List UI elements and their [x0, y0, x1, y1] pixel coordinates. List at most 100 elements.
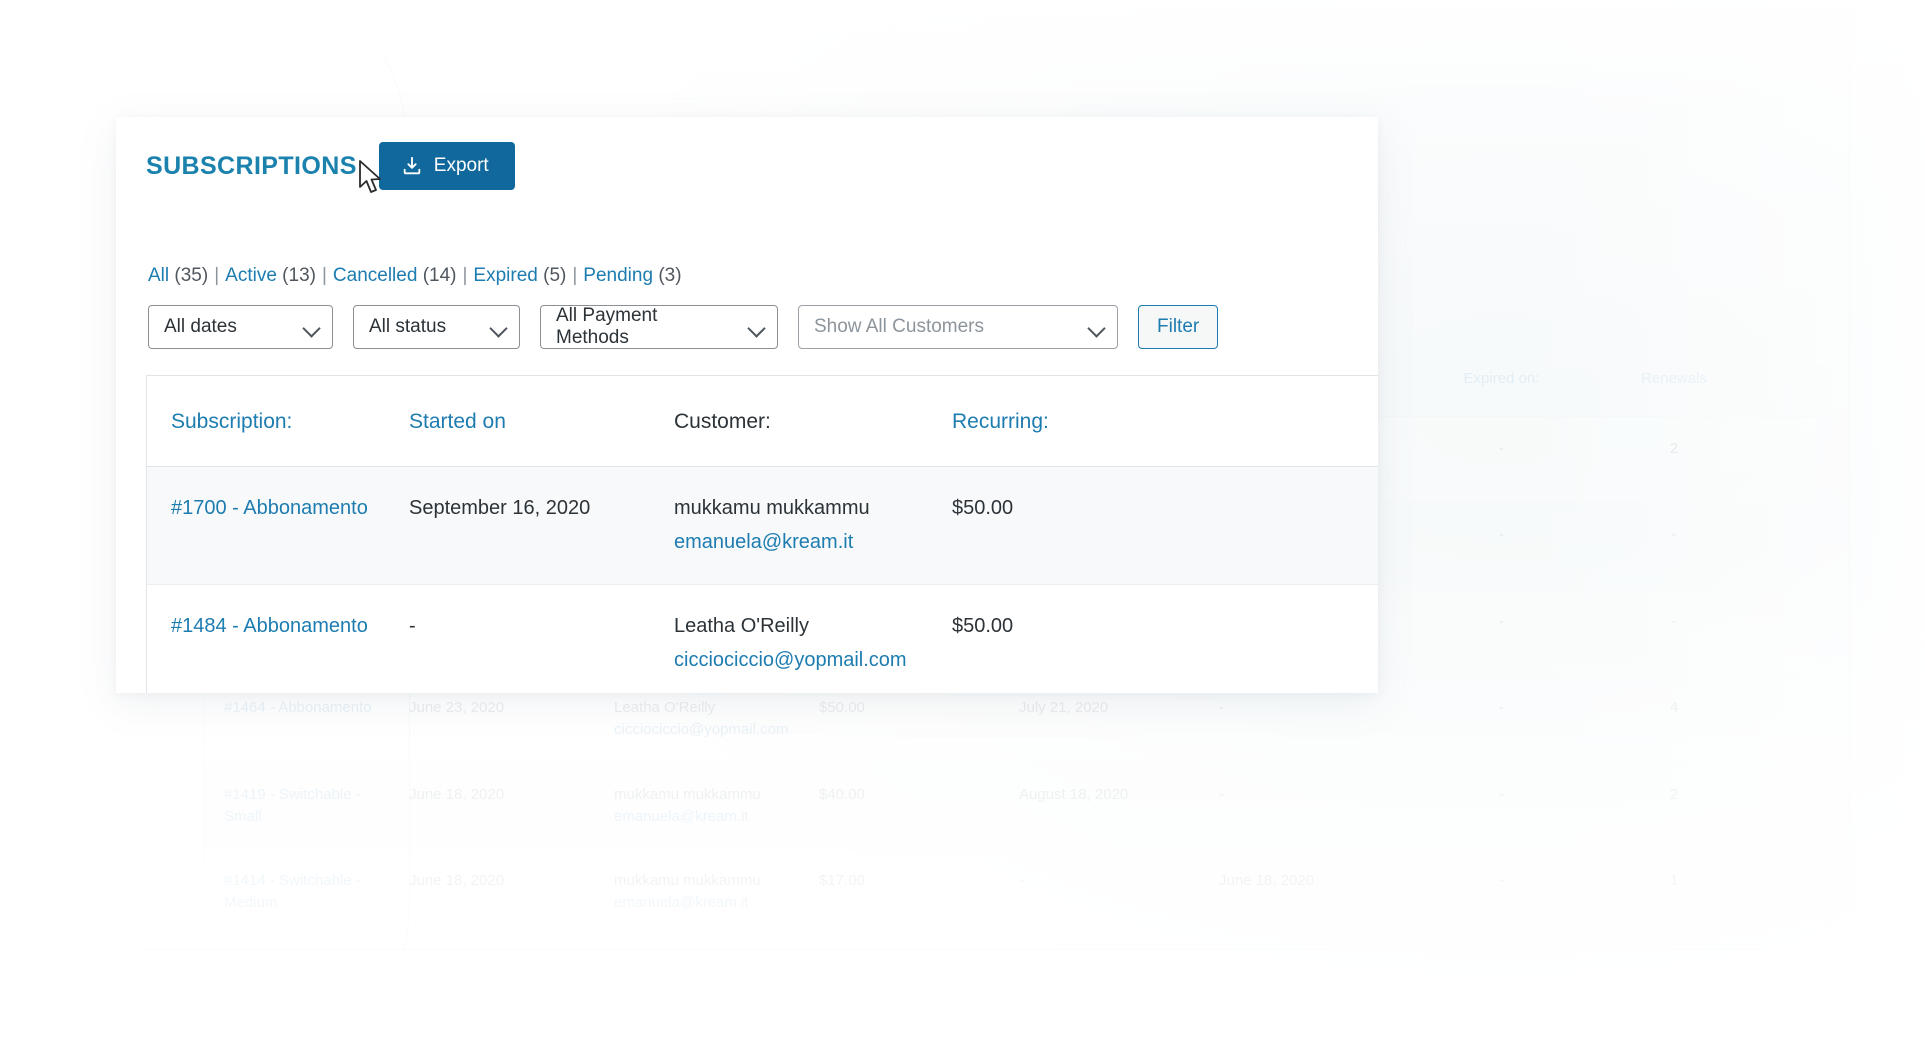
- chevron-down-icon: [302, 319, 321, 338]
- background-cell-value: -: [1019, 872, 1024, 890]
- view-count-pending: (3): [658, 265, 682, 286]
- background-cell-customer: mukkamu mukkammu emanuela@kream.it: [614, 870, 819, 914]
- customer-filter-placeholder: Show All Customers: [814, 316, 985, 337]
- background-cell-renewals: -: [1594, 524, 1764, 546]
- cell-customer: mukkamu mukkammu emanuela@kream.it: [674, 493, 952, 558]
- customer-name: mukkamu mukkammu: [674, 496, 870, 519]
- background-cell-value: 2: [1669, 439, 1679, 457]
- background-cell-expired-on: -: [1419, 611, 1594, 633]
- background-subscription-link: #1419 - Switchable - Small: [224, 785, 361, 825]
- background-cell-started-on: June 18, 2020: [409, 870, 614, 892]
- background-cell-value: June 18, 2020: [409, 872, 505, 890]
- column-header[interactable]: Subscription:: [147, 406, 409, 438]
- background-customer-email: cicciociccio@yopmail.com: [614, 721, 789, 738]
- background-customer-name: mukkamu mukkammu: [614, 785, 761, 803]
- cell-subscription: #1700 - Abbonamento: [147, 493, 409, 523]
- column-header[interactable]: Recurring:: [952, 406, 1182, 438]
- subscription-link[interactable]: #1700 - Abbonamento: [171, 497, 368, 519]
- subscription-link[interactable]: #1484 - Abbonamento: [171, 615, 368, 637]
- apply-filter-button[interactable]: Filter: [1138, 305, 1219, 349]
- status-filter-links: All (35) | Active (13) | Cancelled (14) | Expi…: [116, 190, 1378, 287]
- customer-email-link[interactable]: emanuela@kream.it: [674, 527, 940, 557]
- view-separator: |: [572, 265, 578, 286]
- background-cell-end-date: June 18, 2020: [1219, 870, 1419, 892]
- background-cell-value: -: [1499, 612, 1504, 630]
- chevron-down-icon: [747, 319, 766, 338]
- background-cell-next-payment: July 21, 2020: [1019, 697, 1219, 719]
- table-row: #1700 - Abbonamento September 16, 2020 muk…: [147, 466, 1378, 584]
- column-header-label: Recurring:: [952, 410, 1049, 433]
- status-filter-select[interactable]: All status: [353, 305, 520, 349]
- cell-started-on: September 16, 2020: [409, 496, 591, 519]
- customer-name: Leatha O'Reilly: [674, 614, 809, 637]
- app-root: Subscription: Started on Customer: Recurrin…: [0, 0, 1925, 1063]
- download-icon: [401, 155, 423, 177]
- background-column-header: Renewals: [1594, 368, 1764, 390]
- background-table-row: #1419 - Switchable - Small June 18, 2020 m…: [203, 762, 1816, 850]
- cell-recurring: $50.00: [952, 614, 1014, 637]
- background-cell-value: -: [1499, 872, 1504, 890]
- background-cell-subscription: #1414 - Switchable - Medium: [204, 870, 409, 914]
- view-link-pending[interactable]: Pending: [583, 265, 653, 286]
- table-header-row: Subscription: Started on Customer: Recurrin…: [147, 376, 1378, 467]
- background-cell-value: 1: [1669, 872, 1679, 890]
- column-header[interactable]: Started on: [409, 406, 674, 438]
- cell-subscription: #1484 - Abbonamento: [147, 611, 409, 641]
- background-cell-renewals: 2: [1594, 438, 1764, 460]
- background-cell-subscription: #1464 - Abbonamento: [204, 697, 409, 719]
- background-customer-name: mukkamu mukkammu: [614, 872, 761, 890]
- background-cell-value: $17.00: [819, 872, 865, 890]
- background-cell-recurring: $40.00: [819, 784, 1019, 806]
- background-cell-end-date: -: [1219, 697, 1419, 719]
- background-cell-expired-on: -: [1419, 697, 1594, 719]
- background-cell-renewals: 1: [1594, 870, 1764, 892]
- background-cell-value: -: [1499, 785, 1504, 803]
- date-filter-select[interactable]: All dates: [148, 305, 333, 349]
- cell-started-on: -: [409, 614, 416, 637]
- column-header-label: Started on: [409, 410, 506, 433]
- background-table-row: #1414 - Switchable - Medium June 18, 2020…: [203, 849, 1816, 936]
- payment-method-filter-select[interactable]: All Payment Methods: [540, 305, 778, 349]
- background-cell-value: -: [1219, 785, 1224, 803]
- column-header-label: Subscription:: [171, 410, 293, 433]
- view-separator: |: [214, 265, 220, 286]
- customer-email-link[interactable]: cicciociccio@yopmail.com: [674, 645, 940, 675]
- view-link-all[interactable]: All: [148, 265, 169, 286]
- view-link-active[interactable]: Active: [225, 265, 277, 286]
- filters-bar: All dates All status All Payment Methods…: [116, 287, 1378, 349]
- background-cell-value: -: [1671, 526, 1677, 544]
- column-header: Customer:: [674, 406, 952, 438]
- page-title: SUBSCRIPTIONS: [146, 151, 357, 180]
- status-filter-value: All status: [369, 316, 447, 337]
- table-row: #1484 - Abbonamento - Leatha O'Reilly cicci…: [147, 583, 1378, 693]
- chevron-down-icon: [1087, 319, 1106, 338]
- cell-customer: Leatha O'Reilly cicciociccio@yopmail.com: [674, 611, 952, 676]
- view-link-cancelled[interactable]: Cancelled: [333, 265, 418, 286]
- background-customer-name: Leatha O'Reilly: [614, 699, 716, 717]
- background-cell-renewals: 2: [1594, 784, 1764, 806]
- background-cell-value: 4: [1669, 699, 1679, 717]
- background-subscription-link: #1464 - Abbonamento: [224, 699, 372, 717]
- subscriptions-table: Subscription: Started on Customer: Recurrin…: [146, 375, 1378, 693]
- background-column-header: Expired on:: [1419, 368, 1594, 390]
- view-link-expired[interactable]: Expired: [473, 265, 537, 286]
- customer-filter-select[interactable]: Show All Customers: [798, 305, 1118, 349]
- payment-method-filter-value: All Payment Methods: [556, 305, 658, 348]
- chevron-down-icon: [489, 319, 508, 338]
- background-cell-value: -: [1499, 699, 1504, 717]
- background-cell-customer: mukkamu mukkammu emanuela@kream.it: [614, 784, 819, 828]
- background-cell-value: -: [1499, 439, 1504, 457]
- background-cell-value: $40.00: [819, 785, 865, 803]
- background-cell-recurring: $17.00: [819, 870, 1019, 892]
- background-cell-next-payment: August 18, 2020: [1019, 784, 1219, 806]
- column-header-label: Customer:: [674, 410, 771, 433]
- background-cell-expired-on: -: [1419, 524, 1594, 546]
- view-separator: |: [462, 265, 468, 286]
- background-subscription-link: #1414 - Switchable - Medium: [224, 872, 361, 911]
- background-cell-end-date: -: [1219, 784, 1419, 806]
- background-cell-value: -: [1219, 699, 1224, 717]
- view-separator: |: [321, 265, 327, 286]
- background-column-header-label: Renewals: [1641, 370, 1707, 387]
- export-button[interactable]: Export: [378, 142, 515, 190]
- background-cell-value: June 23, 2020: [409, 699, 505, 717]
